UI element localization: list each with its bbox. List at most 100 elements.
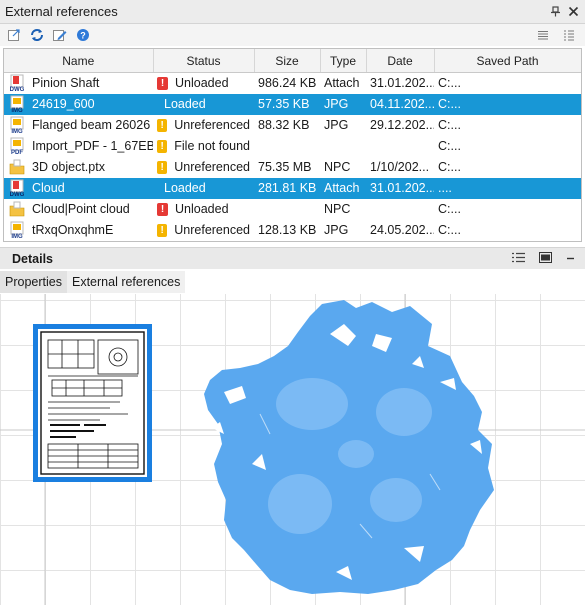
list-view-icon[interactable] <box>535 27 551 43</box>
file-type-label: IMG <box>11 129 23 135</box>
date-cell: 31.01.202... <box>370 76 434 91</box>
tab-properties[interactable]: Properties <box>0 271 67 293</box>
references-table: Name Status Size Type Date Saved Path DW… <box>3 48 582 242</box>
reference-name: 3D object.ptx <box>32 160 105 174</box>
table-row[interactable]: IMG 24619_600 Loaded 57.35 KB JPG 04.11.202..… <box>4 93 581 115</box>
column-header-size[interactable]: Size <box>254 49 321 73</box>
point-cloud-preview[interactable] <box>204 300 494 594</box>
saved-path-cell: C:... <box>438 76 461 91</box>
reference-name: Cloud <box>32 181 65 195</box>
reference-name: 24619_600 <box>32 97 95 111</box>
date-cell: 24.05.202... <box>370 223 434 237</box>
details-tabs: Properties External references <box>0 271 186 293</box>
reference-name: Pinion Shaft <box>32 76 100 91</box>
preview-viewport[interactable] <box>0 294 585 605</box>
collapse-icon[interactable] <box>566 252 575 266</box>
point-cloud-icon <box>8 158 26 176</box>
details-title: Details <box>12 251 53 266</box>
status-text: File not found <box>174 139 250 153</box>
table-row[interactable]: Cloud|Point cloud! Unloaded NPC C:... <box>4 199 581 220</box>
file-type-label: DWG <box>9 192 25 198</box>
column-header-saved-path[interactable]: Saved Path <box>434 49 581 73</box>
dwg-file-icon: DWG <box>8 74 26 94</box>
file-type-label: DWG <box>9 87 25 94</box>
tab-external-references[interactable]: External references <box>66 271 186 293</box>
details-header: Details <box>0 247 585 269</box>
size-cell: 75.35 MB <box>258 160 312 174</box>
size-cell <box>254 136 320 157</box>
date-cell: 29.12.202... <box>370 118 434 132</box>
table-row[interactable]: DWG Cloud Loaded 281.81 KB Attach 31.01.202..… <box>4 177 581 199</box>
date-cell <box>366 199 434 220</box>
size-cell: 281.81 KB <box>254 177 320 199</box>
size-cell <box>254 199 320 220</box>
error-icon: ! <box>157 76 168 90</box>
attach-icon[interactable] <box>6 27 22 43</box>
saved-path-cell: C:... <box>438 202 461 216</box>
table-row[interactable]: IMG tRxqOnxqhmE! Unreferenced 128.13 KB JPG 2… <box>4 220 581 241</box>
table-row[interactable]: DWG Pinion Shaft! Unloaded 986.24 KB Attach 3… <box>4 73 581 94</box>
column-header-date[interactable]: Date <box>366 49 435 73</box>
table-row[interactable]: IMG Flanged beam 26026! Unreferenced 88.32 … <box>4 115 581 136</box>
details-list-icon[interactable] <box>512 252 525 266</box>
date-cell: 04.11.202... <box>366 93 434 115</box>
img-file-icon: IMG <box>8 95 26 114</box>
edit-reference-icon[interactable] <box>52 27 68 43</box>
dwg-file-icon: DWG <box>8 179 26 198</box>
refresh-icon[interactable] <box>29 27 45 43</box>
status-text: Loaded <box>164 181 206 195</box>
saved-path-cell: C:... <box>434 93 581 115</box>
saved-path-cell: C:... <box>438 118 461 132</box>
warning-icon: ! <box>157 118 168 132</box>
date-cell: 31.01.202... <box>366 177 434 199</box>
type-cell <box>320 136 366 157</box>
column-header-status[interactable]: Status <box>153 49 255 73</box>
details-preview-icon[interactable] <box>539 251 552 266</box>
saved-path-cell: C:... <box>438 160 461 174</box>
table-row[interactable]: 3D object.ptx! Unreferenced 75.35 MB NPC 1/1… <box>4 157 581 178</box>
type-cell: Attach <box>320 177 366 199</box>
reference-name: tRxqOnxqhmE <box>32 223 114 237</box>
warning-icon: ! <box>157 160 168 174</box>
column-header-name[interactable]: Name <box>4 49 154 73</box>
pdf-file-icon: PDF <box>8 137 26 156</box>
type-cell: NPC <box>324 160 351 174</box>
tree-view-icon[interactable] <box>561 27 577 43</box>
status-text: Unreferenced <box>174 118 250 132</box>
date-cell <box>366 136 434 157</box>
warning-icon: ! <box>157 139 168 153</box>
file-type-label: IMG <box>11 108 23 114</box>
table-row[interactable]: PDF Import_PDF - 1_67EB! File not found C:.… <box>4 136 581 157</box>
panel-title: External references <box>5 4 118 19</box>
status-text: Unreferenced <box>174 160 250 174</box>
reference-name: Cloud|Point cloud <box>32 202 130 216</box>
size-cell: 986.24 KB <box>258 76 317 91</box>
status-text: Unloaded <box>175 202 229 216</box>
type-cell: Attach <box>324 76 360 91</box>
file-type-label: PDF <box>11 150 23 156</box>
warning-icon: ! <box>157 223 168 237</box>
reference-name: Import_PDF - 1_67EB <box>32 139 153 153</box>
type-cell: JPG <box>324 223 349 237</box>
saved-path-cell: .... <box>434 177 581 199</box>
panel-title-bar: External references <box>0 0 585 24</box>
type-cell: JPG <box>320 93 366 115</box>
type-cell: NPC <box>324 202 351 216</box>
size-cell: 128.13 KB <box>258 223 317 237</box>
date-cell: 1/10/202... <box>370 160 430 174</box>
img-file-icon: IMG <box>8 221 26 240</box>
saved-path-cell: C:... <box>438 223 461 237</box>
close-icon[interactable] <box>567 6 579 18</box>
toolbar: ? <box>0 24 585 46</box>
help-icon[interactable]: ? <box>75 27 91 43</box>
size-cell: 88.32 KB <box>258 118 310 132</box>
size-cell: 57.35 KB <box>254 93 320 115</box>
img-file-icon: IMG <box>8 116 26 135</box>
file-type-label: IMG <box>11 234 23 240</box>
column-header-type[interactable]: Type <box>320 49 367 73</box>
pin-icon[interactable] <box>549 6 561 18</box>
saved-path-cell: C:... <box>438 139 461 153</box>
error-icon: ! <box>157 202 168 216</box>
drawing-thumbnail[interactable] <box>33 324 152 482</box>
point-cloud-icon <box>8 200 26 218</box>
